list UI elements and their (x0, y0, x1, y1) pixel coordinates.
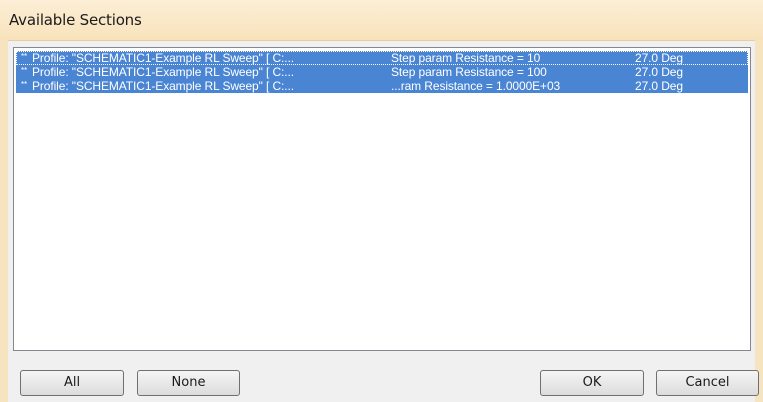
available-sections-dialog: Available Sections ** Profile: "SCHEMATI… (0, 0, 763, 402)
item-step-param: ...ram Resistance = 1.0000E+03 (391, 79, 561, 93)
item-temperature: 27.0 Deg (635, 65, 683, 79)
section-item[interactable]: ** Profile: "SCHEMATIC1-Example RL Sweep… (16, 51, 748, 65)
item-prefix: ** (21, 52, 28, 61)
item-profile: Profile: "SCHEMATIC1-Example RL Sweep" [… (32, 51, 294, 65)
section-item[interactable]: ** Profile: "SCHEMATIC1-Example RL Sweep… (16, 65, 748, 79)
item-temperature: 27.0 Deg (635, 79, 683, 93)
window-right-border (755, 40, 763, 402)
window-left-border (0, 40, 8, 402)
item-step-param: Step param Resistance = 10 (391, 51, 541, 65)
item-prefix: ** (21, 80, 28, 89)
select-all-button[interactable]: All (20, 370, 124, 396)
item-step-param: Step param Resistance = 100 (391, 65, 547, 79)
item-temperature: 27.0 Deg (635, 51, 683, 65)
dialog-title: Available Sections (9, 11, 142, 29)
item-prefix: ** (21, 66, 28, 75)
sections-listbox[interactable]: ** Profile: "SCHEMATIC1-Example RL Sweep… (13, 47, 751, 351)
ok-button[interactable]: OK (540, 370, 644, 396)
dialog-titlebar: Available Sections (0, 0, 763, 41)
sections-list: ** Profile: "SCHEMATIC1-Example RL Sweep… (16, 51, 748, 93)
section-item[interactable]: ** Profile: "SCHEMATIC1-Example RL Sweep… (16, 79, 748, 93)
item-profile: Profile: "SCHEMATIC1-Example RL Sweep" [… (32, 79, 294, 93)
item-profile: Profile: "SCHEMATIC1-Example RL Sweep" [… (32, 65, 294, 79)
select-none-button[interactable]: None (137, 370, 240, 396)
cancel-button[interactable]: Cancel (656, 370, 759, 396)
